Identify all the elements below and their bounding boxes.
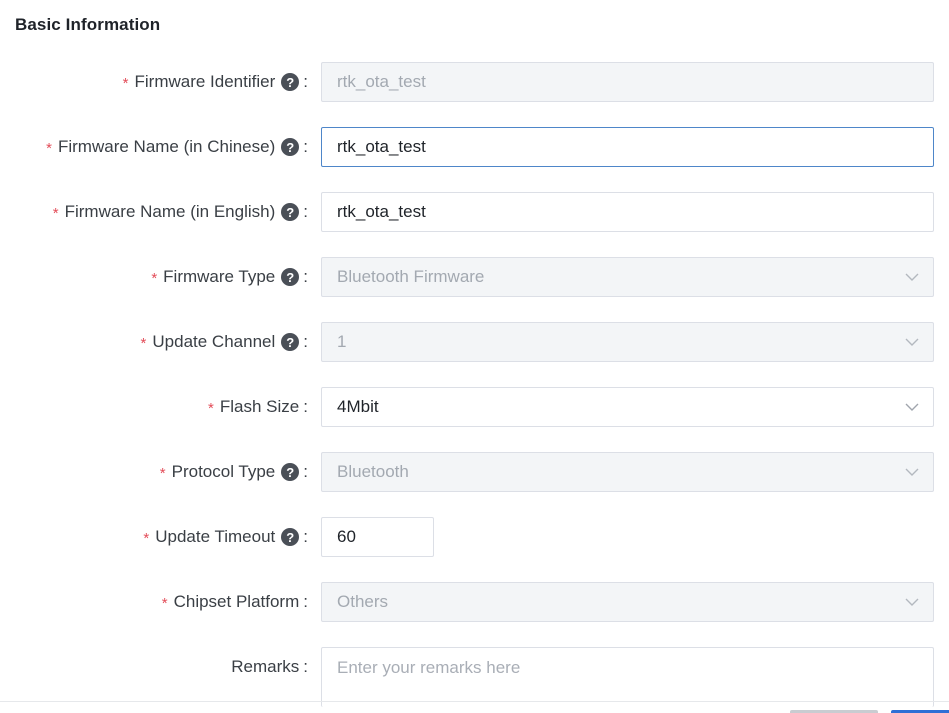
- flash-size-row: * Flash Size : 4Mbit: [0, 387, 949, 427]
- footer-divider: [0, 701, 949, 702]
- firmware-name-cn-row: * Firmware Name (in Chinese) ? : rtk_ota…: [0, 127, 949, 167]
- update-timeout-label-group: * Update Timeout ? :: [143, 517, 308, 557]
- flash-size-select[interactable]: 4Mbit: [321, 387, 934, 427]
- firmware-identifier-value: rtk_ota_test: [337, 72, 426, 91]
- firmware-identifier-label-group: * Firmware Identifier ? :: [123, 62, 308, 102]
- firmware-name-en-input[interactable]: rtk_ota_test: [321, 192, 934, 232]
- help-icon[interactable]: ?: [281, 268, 300, 286]
- label-colon: :: [303, 267, 308, 286]
- chevron-down-icon: [905, 468, 919, 476]
- chevron-down-icon: [905, 273, 919, 281]
- update-channel-row: * Update Channel ? : 1: [0, 322, 949, 362]
- firmware-name-cn-input[interactable]: rtk_ota_test: [321, 127, 934, 167]
- remarks-label-group: Remarks :: [231, 647, 308, 687]
- firmware-type-label: Firmware Type: [163, 267, 276, 286]
- label-colon: :: [303, 527, 308, 546]
- protocol-type-select: Bluetooth: [321, 452, 934, 492]
- update-timeout-value: 60: [337, 527, 356, 546]
- label-colon: :: [303, 397, 308, 416]
- help-icon[interactable]: ?: [281, 333, 300, 351]
- update-timeout-row: * Update Timeout ? : 60: [0, 517, 949, 557]
- flash-size-label: Flash Size: [219, 397, 300, 416]
- firmware-name-cn-label: Firmware Name (in Chinese): [57, 137, 276, 156]
- remarks-row: Remarks : Enter your remarks here: [0, 647, 949, 707]
- firmware-identifier-input: rtk_ota_test: [321, 62, 934, 102]
- help-icon[interactable]: ?: [281, 463, 300, 481]
- help-icon[interactable]: ?: [281, 73, 300, 91]
- required-marker: *: [143, 529, 150, 547]
- required-marker: *: [52, 204, 59, 222]
- chipset-platform-select: Others: [321, 582, 934, 622]
- chevron-down-icon[interactable]: [905, 400, 919, 414]
- label-colon: :: [303, 72, 308, 91]
- section-title: Basic Information: [15, 15, 161, 34]
- firmware-type-select: Bluetooth Firmware: [321, 257, 934, 297]
- firmware-name-en-label: Firmware Name (in English): [64, 202, 276, 221]
- chevron-down-icon: [905, 338, 919, 346]
- label-colon: :: [303, 462, 308, 481]
- label-colon: :: [303, 592, 308, 611]
- required-marker: *: [122, 74, 129, 92]
- update-timeout-input[interactable]: 60: [321, 517, 434, 557]
- help-icon[interactable]: ?: [281, 528, 300, 546]
- remarks-label: Remarks: [231, 657, 300, 676]
- flash-size-label-group: * Flash Size :: [208, 387, 308, 427]
- protocol-type-row: * Protocol Type ? : Bluetooth: [0, 452, 949, 492]
- update-channel-label-group: * Update Channel ? :: [141, 322, 308, 362]
- label-colon: :: [303, 332, 308, 351]
- required-marker: *: [151, 269, 158, 287]
- firmware-name-en-row: * Firmware Name (in English) ? : rtk_ota…: [0, 192, 949, 232]
- label-colon: :: [303, 202, 308, 221]
- firmware-identifier-label: Firmware Identifier: [134, 72, 276, 91]
- required-marker: *: [140, 334, 147, 352]
- required-marker: *: [159, 464, 166, 482]
- chevron-down-icon: [905, 598, 919, 606]
- protocol-type-label-group: * Protocol Type ? :: [160, 452, 308, 492]
- label-colon: :: [303, 657, 308, 676]
- firmware-name-en-label-group: * Firmware Name (in English) ? :: [53, 192, 308, 232]
- update-channel-label: Update Channel: [152, 332, 276, 351]
- chipset-platform-label-group: * Chipset Platform :: [162, 582, 308, 622]
- protocol-type-label: Protocol Type: [171, 462, 276, 481]
- label-colon: :: [303, 137, 308, 156]
- protocol-type-value: Bluetooth: [337, 462, 409, 481]
- required-marker: *: [208, 399, 214, 417]
- update-timeout-label: Update Timeout: [155, 527, 276, 546]
- update-channel-value: 1: [337, 332, 347, 351]
- firmware-name-cn-label-group: * Firmware Name (in Chinese) ? :: [46, 127, 308, 167]
- firmware-type-value: Bluetooth Firmware: [337, 267, 485, 286]
- chipset-platform-row: * Chipset Platform : Others: [0, 582, 949, 622]
- remarks-textarea[interactable]: Enter your remarks here: [321, 647, 934, 707]
- required-marker: *: [161, 594, 168, 612]
- firmware-type-row: * Firmware Type ? : Bluetooth Firmware: [0, 257, 949, 297]
- firmware-name-en-value: rtk_ota_test: [337, 202, 426, 221]
- firmware-form-page: Basic Information * Firmware Identifier …: [0, 0, 949, 713]
- required-marker: *: [46, 139, 52, 157]
- firmware-name-cn-value: rtk_ota_test: [337, 137, 426, 156]
- firmware-identifier-row: * Firmware Identifier ? : rtk_ota_test: [0, 62, 949, 102]
- remarks-placeholder: Enter your remarks here: [337, 658, 521, 677]
- chipset-platform-value: Others: [337, 592, 389, 611]
- help-icon[interactable]: ?: [281, 203, 300, 221]
- help-icon[interactable]: ?: [281, 138, 300, 156]
- firmware-type-label-group: * Firmware Type ? :: [151, 257, 308, 297]
- update-channel-select: 1: [321, 322, 934, 362]
- chipset-platform-label: Chipset Platform: [173, 592, 300, 611]
- flash-size-value: 4Mbit: [337, 397, 379, 416]
